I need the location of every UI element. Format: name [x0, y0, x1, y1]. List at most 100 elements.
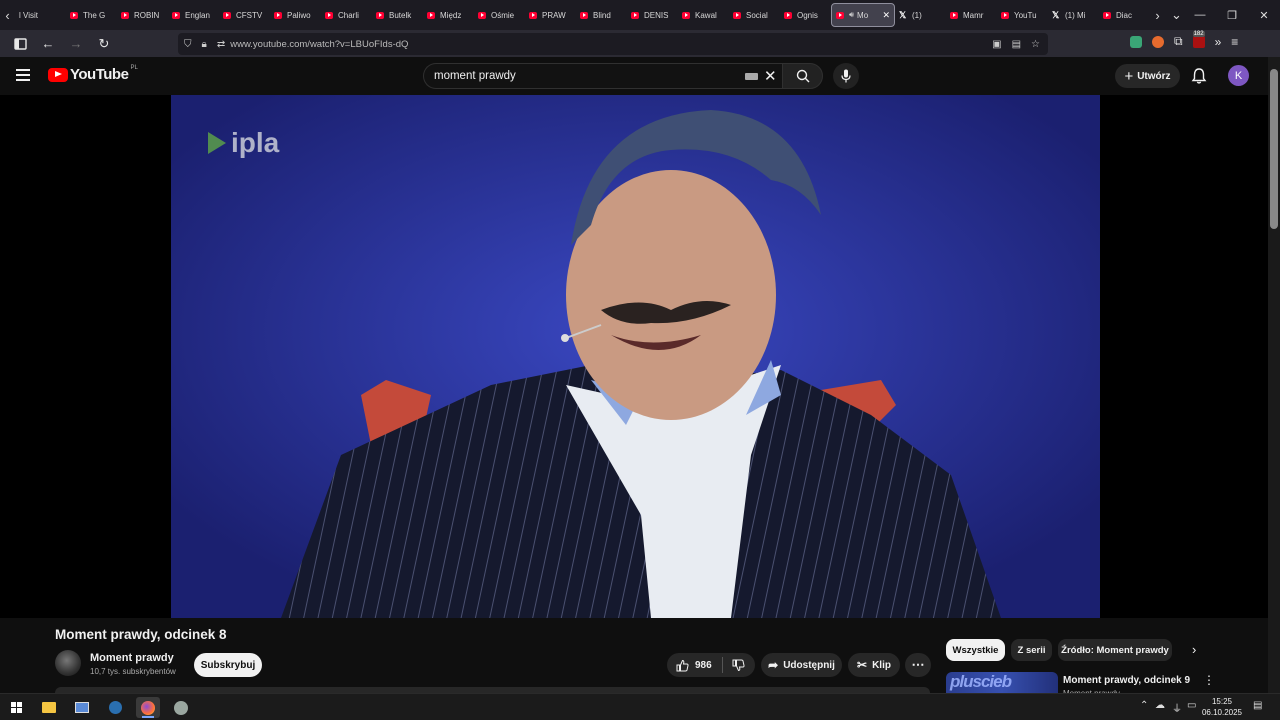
overflow-chevrons-icon[interactable]: »	[1215, 35, 1222, 49]
page-scrollbar[interactable]	[1268, 57, 1280, 697]
reader-view-icon[interactable]: ▤	[1012, 39, 1021, 50]
tab-scroll-left-icon[interactable]: ‹	[0, 0, 15, 30]
tab-scroll-right-icon[interactable]: ›	[1150, 0, 1165, 30]
share-label: Udostępnij	[783, 659, 835, 671]
window-close-icon[interactable]: ✕	[1248, 0, 1280, 30]
onedrive-icon[interactable]: ☁	[1155, 700, 1165, 711]
app-menu-icon[interactable]: ≡	[1231, 35, 1238, 49]
create-button[interactable]: + Utwórz	[1115, 64, 1180, 88]
browser-tab[interactable]: PRAW	[525, 3, 576, 27]
file-explorer-icon[interactable]	[37, 697, 61, 718]
usb-icon[interactable]: ⏚	[1172, 700, 1182, 715]
shield-extension-icon[interactable]	[1130, 35, 1142, 48]
firefox-taskbar-icon[interactable]	[136, 697, 160, 718]
related-more-icon[interactable]: ⋮	[1203, 673, 1215, 687]
browser-tab[interactable]: Charli	[321, 3, 372, 27]
reload-icon[interactable]: ↻	[92, 32, 116, 56]
ipla-logo-icon	[208, 132, 226, 154]
related-title[interactable]: Moment prawdy, odcinek 9	[1063, 675, 1190, 686]
browser-tab[interactable]: DENIS	[627, 3, 678, 27]
keyboard-icon[interactable]	[745, 73, 758, 80]
tab-label: Paliwo	[287, 10, 311, 20]
browser-tab[interactable]: CFSTV	[219, 3, 270, 27]
browser-tab[interactable]: The G	[66, 3, 117, 27]
clear-search-icon[interactable]: ✕	[764, 67, 777, 85]
like-button[interactable]: 986	[667, 659, 712, 672]
permissions-icon[interactable]: ⇄	[217, 39, 225, 50]
picture-in-picture-icon[interactable]: ▣	[992, 39, 1001, 50]
browser-tab[interactable]: 🔊︎ Mo ✕	[831, 3, 895, 27]
browser-tab[interactable]: Ośmie	[474, 3, 525, 27]
notifications-icon[interactable]: ▤	[1253, 700, 1262, 711]
chip-all[interactable]: Wszystkie	[946, 639, 1005, 661]
tab-close-icon[interactable]: ✕	[882, 10, 890, 21]
ublock-extension-icon[interactable]: 182	[1192, 30, 1205, 48]
country-code: PL	[130, 64, 138, 71]
browser-tab[interactable]: Diac	[1099, 3, 1150, 27]
browser-tab[interactable]: Mamr	[946, 3, 997, 27]
subscribe-button[interactable]: Subskrybuj	[194, 653, 262, 677]
app-icon[interactable]	[169, 697, 193, 718]
dislike-button[interactable]	[723, 659, 745, 672]
youtube-logo[interactable]: YouTube PL	[48, 64, 138, 83]
shield-icon[interactable]: ⛉	[184, 39, 192, 50]
more-actions-button[interactable]: ⋯	[905, 653, 931, 677]
restore-icon[interactable]: ❐	[1216, 0, 1248, 30]
network-icon[interactable]: ▭	[1187, 700, 1196, 711]
bookmark-star-icon[interactable]: ☆	[1031, 39, 1040, 50]
chips-next-icon[interactable]: ›	[1192, 642, 1196, 657]
channel-avatar[interactable]	[55, 650, 81, 676]
tray-chevron-icon[interactable]: ⌃	[1140, 700, 1148, 711]
system-clock[interactable]: 15:25 06.10.2025	[1200, 696, 1244, 718]
extensions-puzzle-icon[interactable]: ⧉	[1174, 34, 1183, 49]
video-player[interactable]: ipla	[0, 95, 1268, 618]
chip-source[interactable]: Źródło: Moment prawdy	[1058, 639, 1172, 661]
browser-tab[interactable]: Ognis	[780, 3, 831, 27]
like-dislike-group: 986	[667, 653, 755, 677]
tab-list: l Visit The G ROBIN Englan CFSTV Paliwo Charli…	[15, 3, 1150, 27]
search-input[interactable]	[434, 70, 734, 82]
voice-search-button[interactable]	[833, 63, 859, 89]
channel-name[interactable]: Moment prawdy	[90, 652, 174, 664]
browser-tab[interactable]: Paliwo	[270, 3, 321, 27]
tab-label: Ośmie	[491, 10, 515, 20]
browser-tab[interactable]: Englan	[168, 3, 219, 27]
browser-tab[interactable]: ROBIN	[117, 3, 168, 27]
browser-tab[interactable]: Międz	[423, 3, 474, 27]
speaker-icon[interactable]: 🔊︎	[849, 10, 854, 20]
scrollbar-thumb[interactable]	[1270, 69, 1278, 229]
guide-menu-icon[interactable]	[16, 69, 30, 81]
chip-from-series[interactable]: Z serii	[1011, 639, 1052, 661]
notifications-button[interactable]	[1190, 67, 1208, 85]
video-frame[interactable]: ipla	[171, 95, 1100, 618]
clip-button[interactable]: ✂ Klip	[848, 653, 900, 677]
tab-list-dropdown-icon[interactable]: ⌄	[1169, 0, 1184, 30]
browser-tab[interactable]: Blind	[576, 3, 627, 27]
youtube-icon	[478, 11, 486, 19]
url-bar[interactable]: ⛉ 🔒︎ ⇄ www.youtube.com/watch?v=LBUoFIds-…	[178, 33, 1048, 55]
minimize-icon[interactable]: —	[1184, 0, 1216, 30]
url-text[interactable]: www.youtube.com/watch?v=LBUoFIds-dQ	[230, 39, 408, 50]
sidebar-toggle-icon[interactable]	[8, 32, 32, 56]
thumbs-down-icon	[732, 659, 745, 671]
fox-extension-icon[interactable]	[1152, 35, 1164, 48]
share-button[interactable]: ➦ Udostępnij	[761, 653, 842, 677]
account-avatar[interactable]: K	[1228, 65, 1249, 86]
search-box[interactable]: ✕	[423, 63, 783, 89]
tab-label: Englan	[185, 10, 210, 20]
start-button[interactable]	[4, 697, 28, 718]
browser-tab[interactable]: 𝕏 (1) Mi	[1048, 3, 1099, 27]
search-button[interactable]	[782, 63, 823, 89]
forward-icon[interactable]: →	[64, 32, 88, 56]
back-icon[interactable]: ←	[36, 32, 60, 56]
browser-tab[interactable]: 𝕏 (1)	[895, 3, 946, 27]
lock-icon[interactable]: 🔒︎	[202, 39, 207, 50]
browser-tab[interactable]: Butelk	[372, 3, 423, 27]
computer-app-icon[interactable]	[70, 697, 94, 718]
browser-tab[interactable]: YouTu	[997, 3, 1048, 27]
related-thumbnail[interactable]: pluscieb	[946, 672, 1058, 693]
browser-tab[interactable]: Social	[729, 3, 780, 27]
browser-tab[interactable]: l Visit	[15, 3, 66, 27]
browser-tab[interactable]: Kawal	[678, 3, 729, 27]
steam-icon[interactable]	[103, 697, 127, 718]
